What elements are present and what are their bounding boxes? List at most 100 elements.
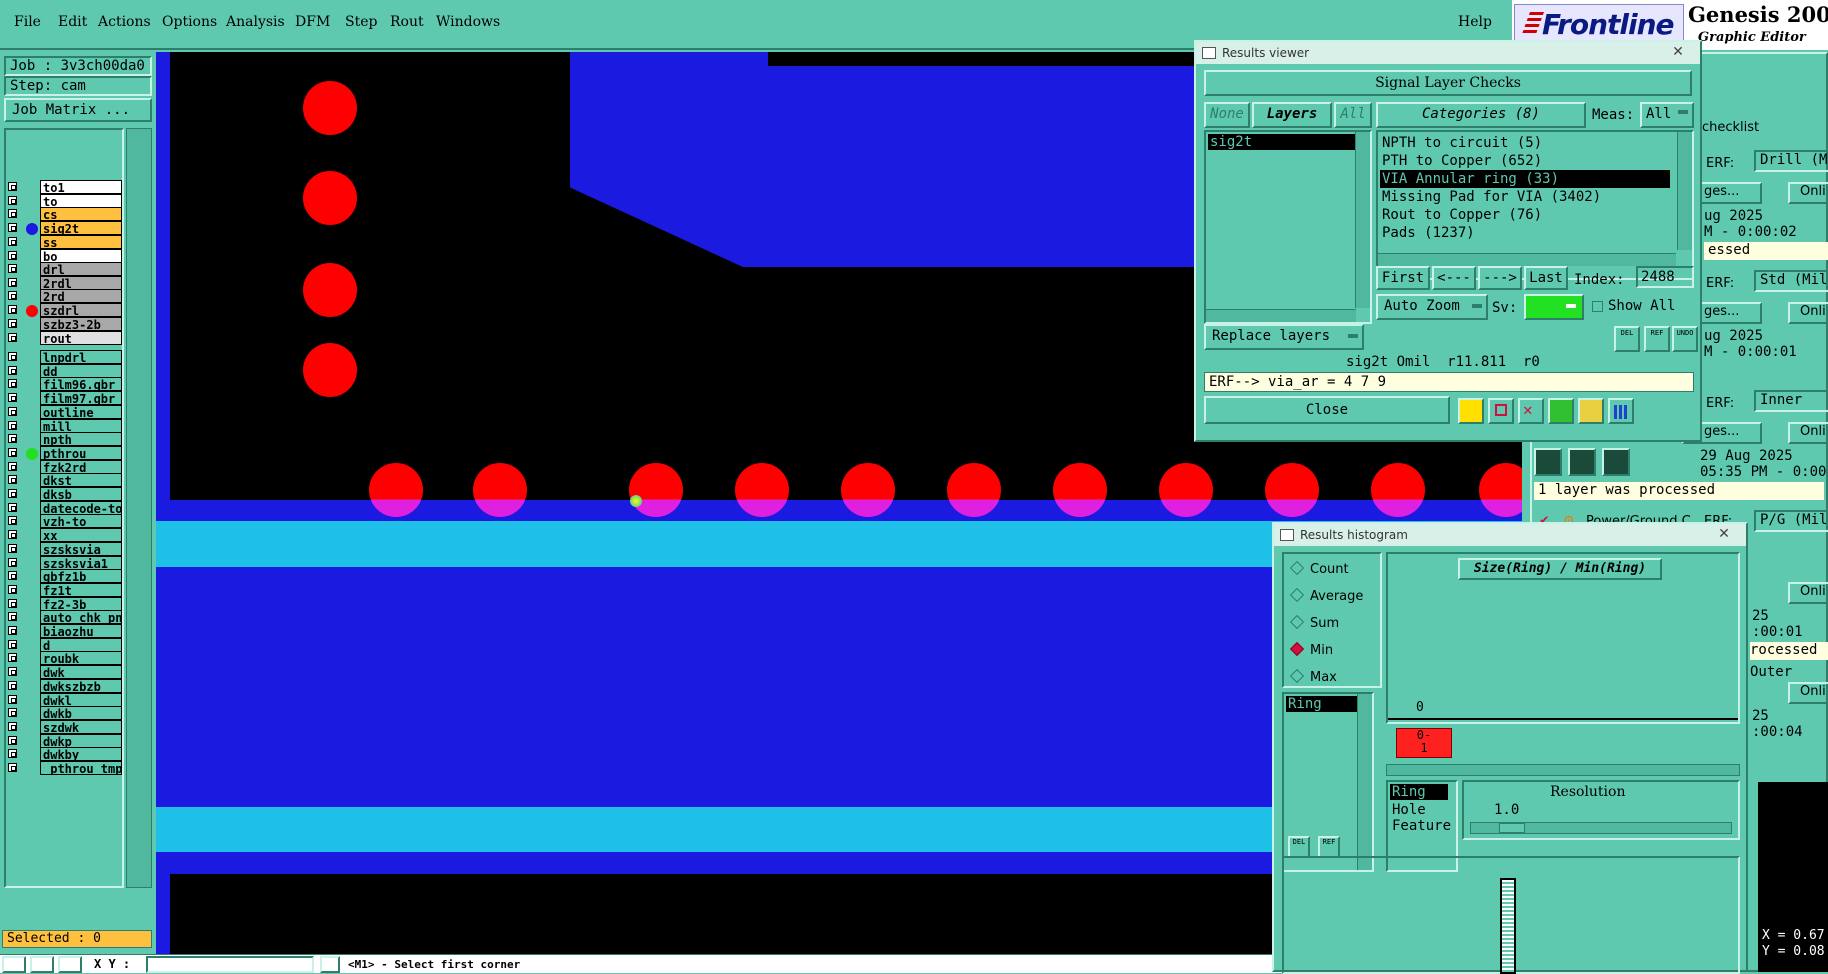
layer-name[interactable]: dwkp xyxy=(40,733,122,748)
layer-checkbox[interactable] xyxy=(8,236,17,246)
layer-name[interactable]: szdrl xyxy=(40,303,122,318)
layer-checkbox[interactable] xyxy=(8,332,17,342)
layer-name[interactable]: to xyxy=(40,193,122,208)
layer-name[interactable]: outline xyxy=(40,404,122,419)
layer-checkbox[interactable] xyxy=(8,598,17,608)
layer-checkbox[interactable] xyxy=(8,735,17,745)
auto-zoom-dropdown[interactable]: Auto Zoom xyxy=(1376,294,1488,320)
online-button[interactable]: Onli xyxy=(1788,422,1828,444)
layer-checkbox[interactable] xyxy=(8,379,17,389)
close-icon[interactable]: ✕ xyxy=(1666,44,1690,60)
undo-icon[interactable]: UNDO xyxy=(1672,326,1698,352)
layer-name[interactable]: cs xyxy=(40,207,122,222)
layer-name[interactable]: roubk xyxy=(40,651,122,666)
layer-checkbox[interactable] xyxy=(8,182,17,191)
layer-row[interactable]: _pthrou_tmp xyxy=(6,761,124,776)
layer-name[interactable]: szsksvia xyxy=(40,541,122,556)
highlight-icon[interactable] xyxy=(1458,398,1484,424)
layer-checkbox[interactable] xyxy=(8,291,17,301)
replace-layers-dropdown[interactable]: Replace layers xyxy=(1204,324,1364,350)
layer-name[interactable]: film96.gbr xyxy=(40,377,122,392)
layer-name[interactable]: film97.gbr xyxy=(40,391,122,406)
menu-dfm[interactable]: DFM xyxy=(295,14,330,30)
show-all-checkbox[interactable] xyxy=(1592,301,1603,312)
pad[interactable] xyxy=(303,171,357,225)
layer-name[interactable]: dwkby xyxy=(40,747,122,762)
layer-name[interactable]: dksb xyxy=(40,487,122,501)
pad[interactable] xyxy=(1159,463,1213,517)
option-radio[interactable]: Count xyxy=(1289,560,1349,577)
menu-file[interactable]: File xyxy=(14,14,41,30)
layer-checkbox[interactable] xyxy=(8,250,17,260)
layer-checkbox[interactable] xyxy=(8,406,17,416)
category-list-scrollbar[interactable] xyxy=(1677,132,1692,250)
param-list[interactable]: Ring DEL REF xyxy=(1282,692,1374,872)
menu-step[interactable]: Step xyxy=(345,14,377,30)
layer-row[interactable]: rout xyxy=(6,330,124,346)
menu-analysis[interactable]: Analysis xyxy=(226,14,285,30)
category-item[interactable]: Missing Pad for VIA (3402) xyxy=(1380,188,1670,206)
histogram-bin[interactable]: 0- 1 xyxy=(1396,728,1452,758)
layer-name[interactable]: szbz3-2b xyxy=(40,316,122,331)
online-button[interactable]: Onli xyxy=(1788,682,1828,704)
layer-name[interactable]: dwkb xyxy=(40,706,122,721)
bin-scrollbar[interactable] xyxy=(1386,764,1740,776)
ref-icon[interactable]: REF xyxy=(1644,326,1670,352)
layer-checkbox[interactable] xyxy=(8,543,17,553)
layer-name[interactable]: dwkl xyxy=(40,692,122,707)
option-radio[interactable]: Min xyxy=(1289,641,1333,658)
select-tool-icon[interactable] xyxy=(2,956,26,973)
erf-value[interactable]: Std (Mils xyxy=(1754,270,1828,292)
severity-dropdown[interactable] xyxy=(1524,294,1584,320)
del-icon[interactable]: DEL xyxy=(1614,326,1640,352)
cross-tool-icon[interactable] xyxy=(30,956,54,973)
job-matrix-button[interactable]: Job Matrix ... xyxy=(4,98,152,122)
xy-input[interactable] xyxy=(146,956,314,973)
pg-erf-value[interactable]: P/G (Mils xyxy=(1754,510,1828,532)
layer-checkbox[interactable] xyxy=(8,489,17,498)
layer-checkbox[interactable] xyxy=(8,318,17,328)
exit-icon[interactable] xyxy=(1488,398,1514,424)
pad[interactable] xyxy=(303,343,357,397)
layer-checkbox[interactable] xyxy=(8,434,17,444)
layer-checkbox[interactable] xyxy=(8,461,17,471)
histogram-icon[interactable] xyxy=(1608,398,1634,424)
layer-name[interactable]: dkst xyxy=(40,473,122,488)
layer-name[interactable]: 2rdl xyxy=(40,275,122,290)
list-item[interactable]: Feature xyxy=(1390,818,1454,834)
pad[interactable] xyxy=(629,463,683,517)
number-icon[interactable] xyxy=(1548,398,1574,424)
layer-checkbox[interactable] xyxy=(8,749,17,759)
erf-value[interactable]: Drill (Mi xyxy=(1754,150,1828,172)
run-icon-2[interactable] xyxy=(1568,448,1596,476)
menu-windows[interactable]: Windows xyxy=(436,14,500,30)
histogram-titlebar[interactable]: Results histogram ✕ xyxy=(1274,524,1746,546)
layer-name[interactable]: bo xyxy=(40,248,122,263)
param-list-scrollbar[interactable] xyxy=(1357,694,1372,870)
category-item[interactable]: Pads (1237) xyxy=(1380,224,1670,242)
all-button[interactable]: All xyxy=(1334,102,1372,128)
resolution-slider[interactable] xyxy=(1470,822,1732,834)
layer-checkbox[interactable] xyxy=(8,352,17,361)
option-radio[interactable]: Max xyxy=(1289,668,1337,685)
layer-name[interactable]: ss xyxy=(40,234,122,249)
pad[interactable] xyxy=(1371,463,1425,517)
menu-actions[interactable]: Actions xyxy=(98,14,151,30)
option-radio[interactable]: Average xyxy=(1289,587,1363,604)
pad[interactable] xyxy=(303,263,357,317)
none-button[interactable]: None xyxy=(1204,102,1250,128)
layer-name[interactable]: biaozhu xyxy=(40,624,122,638)
layer-checkbox[interactable] xyxy=(8,680,17,690)
layer-name[interactable]: fz2-3b xyxy=(40,596,122,611)
layer-checkbox[interactable] xyxy=(8,667,17,677)
layer-list-scrollbar[interactable] xyxy=(1355,132,1370,308)
option-radio[interactable]: Sum xyxy=(1289,614,1339,631)
slider-handle[interactable] xyxy=(1499,823,1525,833)
layer-checkbox[interactable] xyxy=(8,393,17,403)
meas-dropdown[interactable]: All xyxy=(1640,102,1694,128)
pad[interactable] xyxy=(369,463,423,517)
layer-checkbox[interactable] xyxy=(8,516,17,526)
layer-name[interactable]: vzh-to xyxy=(40,514,122,529)
category-list[interactable]: NPTH to circuit (5) PTH to Copper (652) VI… xyxy=(1376,130,1694,280)
list-item[interactable]: Hole xyxy=(1390,802,1454,818)
